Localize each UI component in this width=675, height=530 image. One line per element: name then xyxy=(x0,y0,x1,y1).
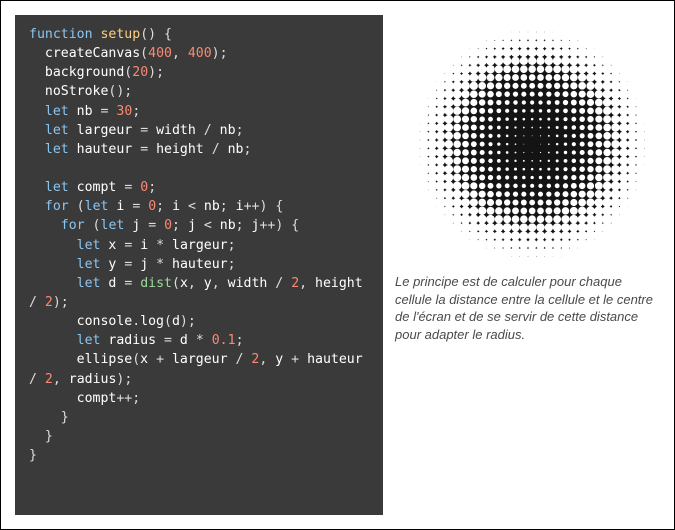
code-block: function setup() { createCanvas(400, 400… xyxy=(29,25,375,465)
figure-output xyxy=(403,15,653,265)
code-panel: function setup() { createCanvas(400, 400… xyxy=(15,15,383,515)
container: function setup() { createCanvas(400, 400… xyxy=(0,0,675,530)
figure-caption: Le principe est de calculer pour chaque … xyxy=(395,273,660,343)
figure-panel: Le principe est de calculer pour chaque … xyxy=(395,15,660,515)
